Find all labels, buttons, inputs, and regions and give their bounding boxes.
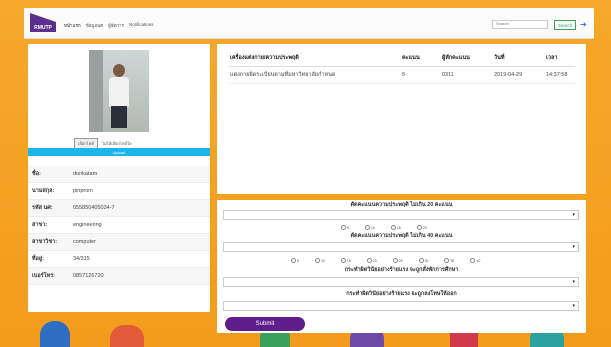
table-header-row: เครื่องแต่งกาย/ความประพฤติ คะแนน ผู้หักค… [229,49,575,67]
table-cell: 5 [401,66,441,84]
radio-option[interactable]: 40 [470,258,480,263]
logo[interactable]: RMUTP [30,13,56,32]
radio-option[interactable]: 10 [364,225,375,230]
navbar: RMUTP หน้าแรก ข้อมูลนศ ผู้จัดการ Notific… [24,8,594,39]
nav-links: หน้าแรก ข้อมูลนศ ผู้จัดการ Notifications [64,22,153,29]
file-status: ไม่ได้เลือกไฟล์ใด [101,141,132,146]
radio-group-20: 5 10 15 20 [341,225,427,230]
submit-button[interactable]: Submit [225,317,305,331]
table-row: แต่งกายผิดระเบียบตามที่มหาวิทยาลัยกำหนด … [229,66,575,84]
column-header: คะแนน [401,49,441,67]
penalty-form: ตัดคะแนนความประพฤติ ไม่เกิน 20 คะแนน ▾ 5… [217,200,586,333]
radio-label: 30 [424,258,429,263]
question-title: กระทำผิดวินัยอย่างร้ายแรง จะถูกลงโทษให้อ… [346,291,457,297]
info-value: donkatam [73,171,98,177]
info-value: pinprom [73,188,93,194]
column-header: วันที่ [493,49,545,67]
expulsion-select[interactable]: ▾ [223,301,579,311]
info-label: สาขา: [32,222,48,228]
info-row: ชื่อ: donkatam [28,166,210,183]
info-value: 055850405034-7 [73,205,115,211]
radio-option[interactable]: 35 [444,258,454,263]
profile-card: เลือกไฟล์ ไม่ได้เลือกไฟล์ใด Upload ชื่อ:… [28,44,210,312]
radio-option[interactable]: 30 [418,258,429,263]
caret-down-icon: ▾ [572,244,575,250]
radio-option[interactable]: 25 [392,258,403,263]
info-row: สาขาวิชา: computer [28,234,210,251]
sign-out-icon[interactable]: ➜ [580,20,587,30]
radio-option[interactable]: 10 [314,258,325,263]
column-header: เครื่องแต่งกาย/ความประพฤติ [229,49,401,67]
table-cell: แต่งกายผิดระเบียบตามที่มหาวิทยาลัยกำหนด [229,66,401,84]
radio-label: 25 [398,258,403,263]
nav-link-home[interactable]: หน้าแรก [64,22,81,29]
radio-label: 20 [372,258,377,263]
info-value: engineering [73,222,102,228]
column-header: ผู้หักคะแนน [441,49,493,67]
records-card: เครื่องแต่งกาย/ความประพฤติ คะแนน ผู้หักค… [217,44,586,194]
radio-label: 15 [346,258,351,263]
nav-link-manager[interactable]: ผู้จัดการ [108,22,124,29]
info-value: 34/315 [73,256,90,262]
table-cell: 2019-04-29 [493,66,545,84]
info-row: รหัส นศ: 055850405034-7 [28,200,210,217]
radio-label: 5 [297,258,299,263]
search-input[interactable]: Search [492,20,548,29]
info-label: ชื่อ: [32,171,41,177]
penalty-20-select[interactable]: ▾ [223,210,579,220]
suspension-select[interactable]: ▾ [223,277,579,287]
info-label: สาขาวิชา: [32,239,58,245]
info-label: รหัส นศ: [32,205,53,211]
profile-photo [89,50,149,132]
info-row: สาขา: engineering [28,217,210,234]
caret-down-icon: ▾ [572,279,575,285]
radio-label: 40 [476,258,481,263]
question-title: กระทำผิดวินัยอย่างร้ายแรง จะถูกสั่งพักกา… [344,267,459,273]
table-cell: 14:37:58 [545,66,575,84]
question-title: ตัดคะแนนความประพฤติ ไม่เกิน 40 คะแนน [350,233,453,239]
info-row: ที่อยู่: 34/315 [28,251,210,268]
profile-info: ชื่อ: donkatam นามสกุล: pinprom รหัส นศ: 05… [28,166,210,285]
info-label: เบอร์โทร: [32,273,55,279]
caret-down-icon: ▾ [572,212,575,218]
table-cell: 0311 [441,66,493,84]
question-title: ตัดคะแนนความประพฤติ ไม่เกิน 20 คะแนน [350,202,453,208]
info-row: เบอร์โทร: 0857126720 [28,268,210,285]
radio-label: 15 [396,225,401,230]
info-value: computer [73,239,96,245]
info-value: 0857126720 [73,273,104,279]
radio-option[interactable]: 5 [291,258,299,263]
radio-group-40: 5 10 15 20 25 30 35 40 [291,258,480,263]
column-header: เวลา [545,49,575,67]
upload-button[interactable]: Upload [28,148,210,156]
radio-label: 10 [370,225,375,230]
radio-option[interactable]: 20 [416,225,427,230]
penalty-40-select[interactable]: ▾ [223,242,579,252]
radio-label: 35 [450,258,455,263]
nav-link-student-info[interactable]: ข้อมูลนศ [86,22,103,29]
info-label: นามสกุล: [32,188,55,194]
radio-option[interactable]: 15 [390,225,401,230]
caret-down-icon: ▾ [572,303,575,309]
radio-option[interactable]: 5 [341,225,349,230]
info-label: ที่อยู่: [32,256,44,262]
radio-label: 20 [422,225,427,230]
radio-label: 10 [320,258,325,263]
logo-text: RMUTP [34,25,52,31]
radio-option[interactable]: 15 [340,258,351,263]
info-row: นามสกุล: pinprom [28,183,210,200]
radio-option[interactable]: 20 [366,258,377,263]
nav-link-notifications[interactable]: Notifications [129,22,154,29]
search-button[interactable]: Search [554,20,576,30]
radio-label: 5 [347,225,349,230]
records-table: เครื่องแต่งกาย/ความประพฤติ คะแนน ผู้หักค… [229,49,575,84]
